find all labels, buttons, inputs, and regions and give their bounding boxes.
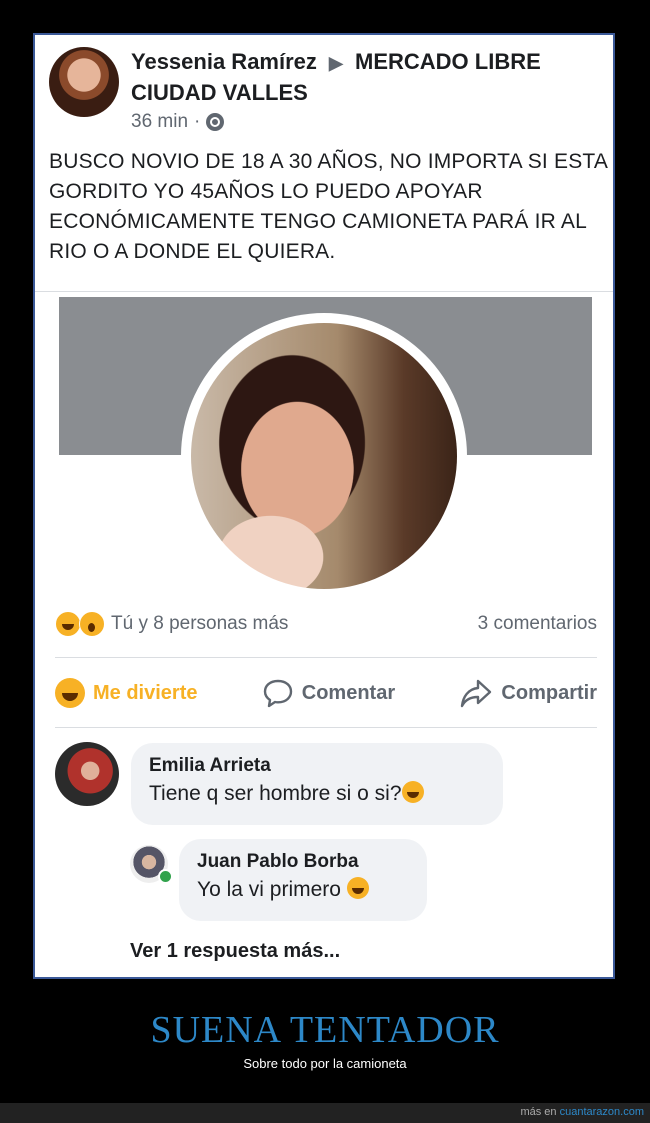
footer-credit: más en cuantarazon.com xyxy=(520,1106,644,1118)
post-time[interactable]: 36 min xyxy=(131,111,188,133)
comment-icon xyxy=(263,679,292,708)
meme-caption-title: SUENA TENTADOR xyxy=(150,1009,500,1051)
rolling-laughing-emoji-icon xyxy=(346,877,369,899)
react-label: Me divierte xyxy=(93,681,198,704)
meta-separator: · xyxy=(194,111,201,132)
post-body: BUSCO NOVIO DE 18 A 30 AÑOS, NO IMPORTA … xyxy=(49,150,607,263)
author-avatar[interactable] xyxy=(49,47,119,117)
site-link[interactable]: cuantarazon.com xyxy=(560,1106,644,1118)
share-label: Compartir xyxy=(501,681,597,704)
commenter-name[interactable]: Emilia Arrieta xyxy=(149,753,485,779)
comment-label: Comentar xyxy=(301,681,396,704)
reply-text: Yo la vi primero xyxy=(197,875,409,905)
reactions-summary[interactable]: Tú y 8 personas más xyxy=(111,613,288,635)
haha-reaction-icon xyxy=(55,611,81,637)
divider xyxy=(35,291,613,292)
post-header: Yessenia Ramírez ▶ MERCADO LIBRE CIUDAD … xyxy=(131,47,601,107)
wow-reaction-icon xyxy=(79,611,105,637)
laughing-emoji-icon xyxy=(401,781,424,803)
commenter-avatar[interactable] xyxy=(55,742,119,806)
reactions-bar: Tú y 8 personas más 3 comentarios xyxy=(55,609,597,639)
divider xyxy=(55,727,597,728)
author-name[interactable]: Yessenia Ramírez xyxy=(131,49,317,74)
globe-icon xyxy=(206,113,225,131)
divider xyxy=(55,657,597,658)
haha-icon xyxy=(55,678,85,708)
share-icon xyxy=(461,679,492,708)
replier-name[interactable]: Juan Pablo Borba xyxy=(197,849,409,875)
comment-bubble: Emilia Arrieta Tiene q ser hombre si o s… xyxy=(131,743,503,825)
reply-bubble: Juan Pablo Borba Yo la vi primero xyxy=(179,839,427,921)
meme-caption-subtitle: Sobre todo por la camioneta xyxy=(243,1056,407,1071)
post-actions: Me divierte Comentar Compartir xyxy=(55,673,597,713)
view-more-replies-link[interactable]: Ver 1 respuesta más... xyxy=(130,940,340,963)
post-meta: 36 min · xyxy=(131,111,225,133)
react-button[interactable]: Me divierte xyxy=(55,678,197,708)
facebook-post-screenshot: Yessenia Ramírez ▶ MERCADO LIBRE CIUDAD … xyxy=(33,33,615,979)
comment-text: Tiene q ser hombre si o si? xyxy=(149,779,485,809)
comments-count[interactable]: 3 comentarios xyxy=(478,613,597,635)
comment-button[interactable]: Comentar xyxy=(262,678,395,708)
online-status-indicator xyxy=(158,869,173,884)
profile-picture[interactable] xyxy=(191,323,457,589)
arrow-right-icon: ▶ xyxy=(329,53,343,73)
share-button[interactable]: Compartir xyxy=(459,678,597,708)
